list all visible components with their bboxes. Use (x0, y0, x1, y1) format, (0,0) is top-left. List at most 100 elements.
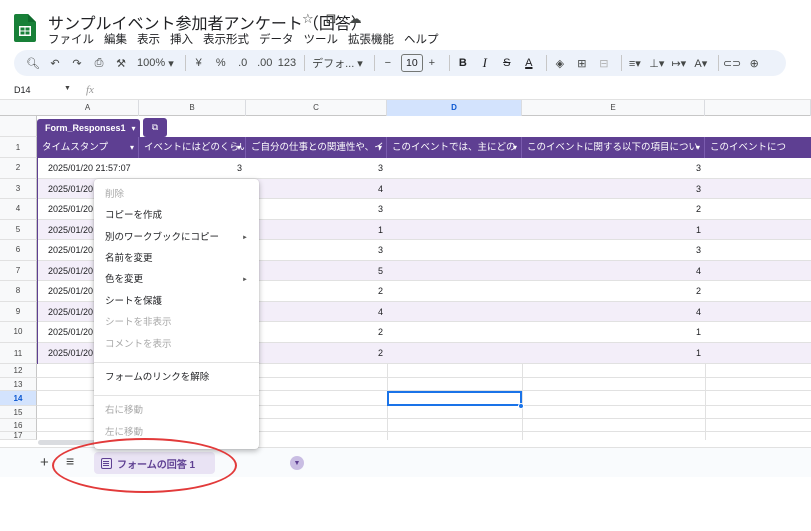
row-header-17[interactable]: 17 (0, 432, 37, 440)
table-view-icon[interactable]: ⧉ (143, 118, 167, 137)
text-color-button[interactable]: A (520, 53, 538, 73)
relevance-cell[interactable]: 4 (246, 302, 387, 322)
strikethrough-button[interactable]: S (498, 53, 516, 73)
rating-cell[interactable]: 3 (522, 158, 705, 178)
row-header-2[interactable]: 2 (0, 158, 37, 179)
rating-cell[interactable]: 1 (522, 220, 705, 240)
relevance-cell[interactable]: 1 (246, 220, 387, 240)
relevance-cell[interactable]: 2 (246, 343, 387, 363)
rating-cell[interactable]: 1 (522, 322, 705, 342)
menu-item-view-comments[interactable]: コメントを表示 (94, 335, 259, 355)
menu-item-move-left[interactable]: 左に移動 (94, 423, 259, 443)
menu-item-rename[interactable]: 名前を変更 (94, 249, 259, 269)
more-formats-button[interactable]: 123 (278, 53, 296, 73)
decrease-decimal-button[interactable]: .0 (234, 53, 252, 73)
menu-tools[interactable]: ツール (304, 31, 339, 47)
relevance-cell[interactable]: 5 (246, 261, 387, 281)
name-box-dropdown-icon[interactable]: ▼ (64, 85, 71, 92)
dropdown-icon[interactable]: ▾ (513, 137, 517, 158)
rating-cell[interactable]: 4 (522, 261, 705, 281)
sheets-logo-icon[interactable] (14, 14, 36, 42)
rating-cell[interactable]: 3 (522, 179, 705, 199)
menu-view[interactable]: 表示 (137, 31, 160, 47)
horizontal-align-icon[interactable]: ≡▾ (626, 53, 644, 73)
star-icon[interactable]: ☆ (302, 11, 314, 27)
bold-button[interactable]: B (454, 53, 472, 73)
insert-comment-icon[interactable]: ⊕ (745, 53, 763, 73)
header-item-rating[interactable]: このイベントに関する以下の項目につい ▾ (522, 137, 705, 158)
menu-item-change-color[interactable]: 色を変更 ► (94, 270, 259, 290)
dropdown-icon[interactable]: ▾ (696, 137, 700, 158)
menu-item-delete[interactable]: 削除 (94, 185, 259, 205)
row-header-14[interactable]: 14 (0, 391, 37, 406)
font-family-select[interactable]: デフォ... ▾ (309, 53, 366, 73)
menu-item-hide-sheet[interactable]: シートを非表示 (94, 313, 259, 333)
row-header-4[interactable]: 4 (0, 199, 37, 220)
cloud-status-icon[interactable]: ☁ (349, 11, 362, 27)
italic-button[interactable]: I (476, 53, 494, 73)
column-header-f[interactable] (705, 100, 811, 116)
folder-move-icon[interactable]: ⊡ (326, 11, 337, 27)
column-header-c[interactable]: C (246, 100, 387, 116)
relevance-cell[interactable]: 4 (246, 179, 387, 199)
row-header-16[interactable]: 16 (0, 419, 37, 432)
redo-icon[interactable]: ↷ (68, 53, 86, 73)
row-header-6[interactable]: 6 (0, 240, 37, 261)
font-size-input[interactable]: 10 (400, 54, 423, 72)
increase-decimal-button[interactable]: .00 (256, 53, 274, 73)
header-timestamp[interactable]: タイムスタンプ ▾ (37, 137, 139, 158)
menu-item-move-right[interactable]: 右に移動 (94, 401, 259, 421)
relevance-cell[interactable]: 2 (246, 281, 387, 301)
row-header-1[interactable]: 1 (0, 137, 37, 158)
vertical-align-icon[interactable]: ⊥▾ (648, 53, 666, 73)
menu-help[interactable]: ヘルプ (404, 31, 439, 47)
table-name-chip[interactable]: Form_Responses1 ▾ (37, 119, 140, 137)
menu-edit[interactable]: 編集 (104, 31, 127, 47)
name-box[interactable]: D14 (14, 85, 31, 95)
rating-cell[interactable]: 4 (522, 302, 705, 322)
sheet-tab-menu-icon[interactable]: ▼ (290, 456, 304, 470)
relevance-cell[interactable]: 3 (246, 199, 387, 219)
sheet-tab-form-responses[interactable]: フォームの回答 1 ▼ (94, 452, 304, 474)
dropdown-icon[interactable]: ▾ (378, 137, 382, 158)
all-sheets-menu-icon[interactable]: ≡ (66, 453, 74, 469)
insert-link-icon[interactable]: ⊂⊃ (723, 53, 741, 73)
dropdown-icon[interactable]: ▾ (237, 137, 241, 158)
column-header-a[interactable]: A (37, 100, 139, 116)
row-header-10[interactable]: 10 (0, 322, 37, 343)
relevance-cell[interactable]: 2 (246, 322, 387, 342)
header-attendance[interactable]: イベントにはどのくらい ▾ (139, 137, 246, 158)
header-about-event[interactable]: このイベントにつ (705, 137, 811, 158)
menu-insert[interactable]: 挿入 (170, 31, 193, 47)
menu-format[interactable]: 表示形式 (203, 31, 249, 47)
row-header-12[interactable]: 12 (0, 364, 37, 378)
paint-format-icon[interactable]: ⚒ (112, 53, 130, 73)
relevance-cell[interactable]: 3 (246, 158, 387, 178)
selected-cell-d14[interactable] (387, 391, 522, 406)
attendance-cell[interactable]: 3 (139, 158, 246, 178)
currency-format-button[interactable]: ¥ (190, 53, 208, 73)
timestamp-cell[interactable]: 2025/01/20 21:57:07 (37, 158, 139, 178)
print-icon[interactable]: ⎙ (90, 53, 108, 73)
menu-extensions[interactable]: 拡張機能 (348, 31, 394, 47)
undo-icon[interactable]: ↶ (46, 53, 64, 73)
menu-data[interactable]: データ (259, 31, 294, 47)
rating-cell[interactable]: 1 (522, 343, 705, 363)
menu-item-protect-sheet[interactable]: シートを保護 (94, 292, 259, 312)
borders-icon[interactable]: ⊞ (573, 53, 591, 73)
percent-format-button[interactable]: % (212, 53, 230, 73)
row-header-9[interactable]: 9 (0, 301, 37, 322)
relevance-cell[interactable]: 3 (246, 240, 387, 260)
rating-cell[interactable]: 2 (522, 199, 705, 219)
row-header-5[interactable]: 5 (0, 219, 37, 240)
menu-item-unlink-form[interactable]: フォームのリンクを解除 (94, 368, 259, 388)
zoom-select[interactable]: 100% ▾ (134, 53, 177, 73)
row-header-11[interactable]: 11 (0, 342, 37, 364)
row-header-13[interactable]: 13 (0, 378, 37, 391)
row-header-8[interactable]: 8 (0, 281, 37, 302)
row-header-3[interactable]: 3 (0, 178, 37, 199)
header-main-purpose[interactable]: このイベントでは、主にどの ▾ (387, 137, 522, 158)
font-size-decrease-button[interactable]: − (379, 53, 397, 73)
add-sheet-button[interactable]: + (40, 454, 49, 471)
fill-color-icon[interactable]: ◈ (551, 53, 569, 73)
